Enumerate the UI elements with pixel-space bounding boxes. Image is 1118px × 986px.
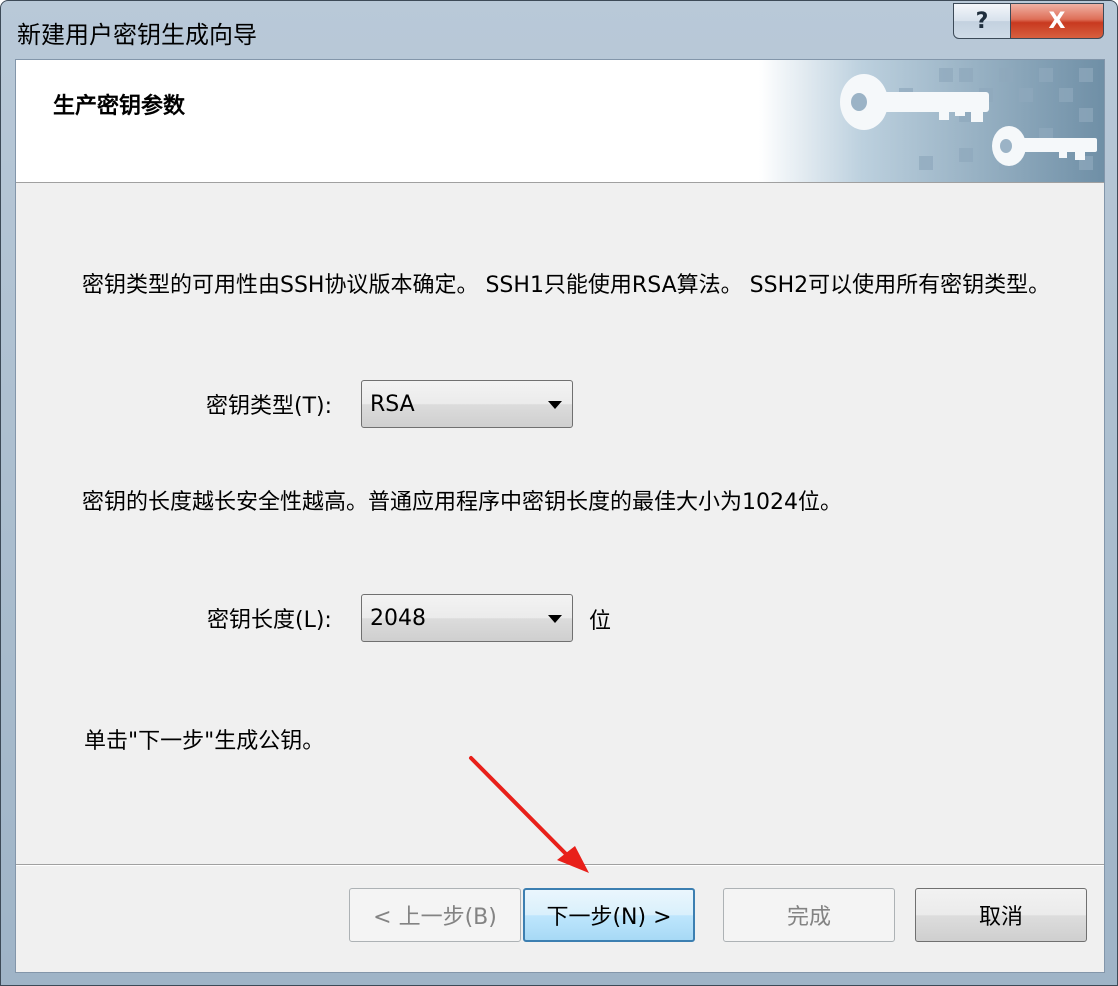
cancel-button-label: 取消 [978,905,1023,930]
help-icon: ? [975,8,989,34]
key-length-select[interactable]: 2048 [361,594,573,642]
key-type-label: 密钥类型(T): [206,394,333,419]
key-type-value: RSA [370,392,415,417]
finish-button[interactable]: 完成 [723,888,895,942]
wizard-window: 新建用户密钥生成向导 ? X 生产密钥参数 密钥类型的可用性由SSH协议版本确定… [0,0,1118,986]
key-length-hint: 密钥的长度越长安全性越高。普通应用程序中密钥长度的最佳大小为1024位。 [82,490,842,515]
wizard-body: 生产密钥参数 密钥类型的可用性由SSH协议版本确定。 SSH1只能使用RSA算法… [15,59,1105,973]
key-length-unit: 位 [589,609,612,634]
back-button-label: < 上一步(B) [373,905,497,930]
instruction-text: 单击"下一步"生成公钥。 [84,729,325,754]
close-icon: X [1048,8,1066,34]
key-length-value: 2048 [370,606,426,631]
window-title: 新建用户密钥生成向导 [17,21,257,49]
key-pair-icon [759,60,1104,182]
next-button[interactable]: 下一步(N) > [523,888,695,942]
title-bar[interactable]: 新建用户密钥生成向导 ? X [1,1,1117,59]
back-button[interactable]: < 上一步(B) [349,888,521,942]
footer-divider [16,864,1104,866]
key-type-select[interactable]: RSA [361,380,573,428]
page-title: 生产密钥参数 [53,94,186,119]
chevron-down-icon [548,615,562,623]
help-button[interactable]: ? [953,3,1011,39]
key-length-label: 密钥长度(L): [207,608,332,633]
key-type-description: 密钥类型的可用性由SSH协议版本确定。 SSH1只能使用RSA算法。 SSH2可… [82,273,1051,298]
close-button[interactable]: X [1010,3,1104,39]
next-button-label: 下一步(N) > [546,905,672,930]
chevron-down-icon [548,401,562,409]
cancel-button[interactable]: 取消 [915,888,1087,942]
wizard-header: 生产密钥参数 [16,60,1104,183]
finish-button-label: 完成 [786,905,831,930]
